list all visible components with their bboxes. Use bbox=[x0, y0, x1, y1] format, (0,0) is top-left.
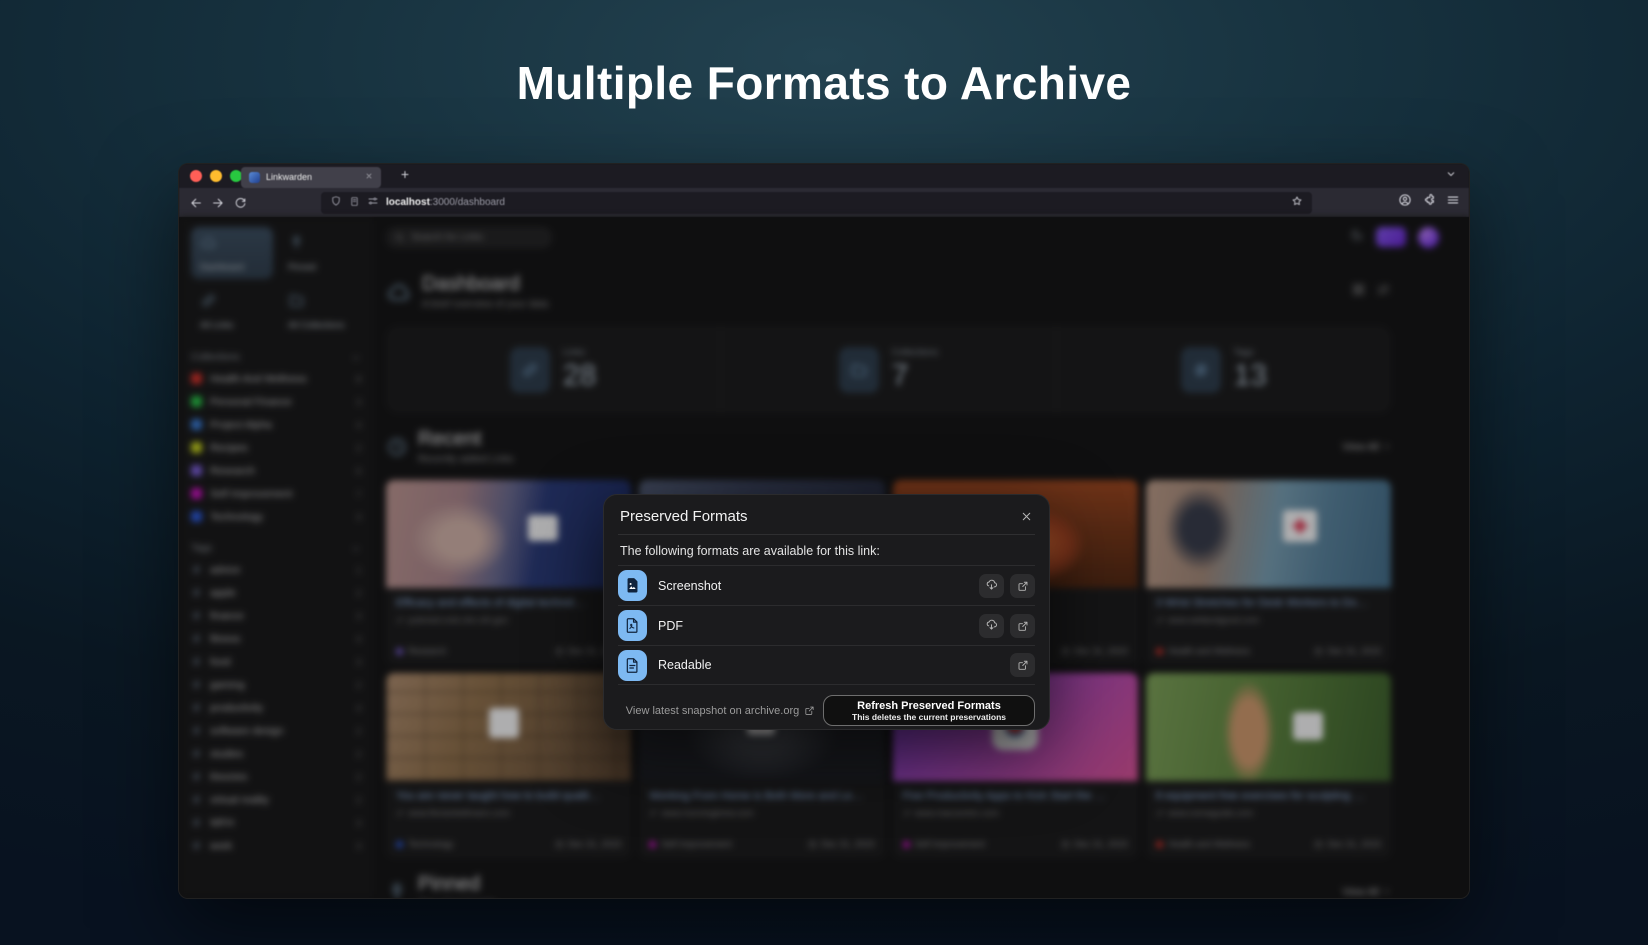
external-link-icon bbox=[804, 705, 815, 716]
cloud-download-icon bbox=[985, 579, 998, 592]
refresh-button-label: Refresh Preserved Formats bbox=[857, 700, 1001, 712]
traffic-lights bbox=[190, 170, 242, 182]
format-label: Readable bbox=[658, 658, 712, 672]
close-window-button[interactable] bbox=[190, 170, 202, 182]
new-tab-button[interactable]: + bbox=[395, 166, 415, 182]
format-file-icon bbox=[618, 610, 647, 641]
tab-close-icon[interactable] bbox=[365, 172, 373, 182]
promo-background: Multiple Formats to Archive Linkwarden + bbox=[0, 0, 1648, 945]
format-label: Screenshot bbox=[658, 579, 721, 593]
tracking-shield-icon[interactable] bbox=[330, 195, 342, 210]
url-host: localhost bbox=[386, 197, 430, 208]
refresh-button-sublabel: This deletes the current preservations bbox=[852, 712, 1006, 722]
url-text: localhost:3000/dashboard bbox=[386, 197, 505, 208]
bookmark-star-icon[interactable] bbox=[1291, 195, 1303, 210]
browser-tab[interactable]: Linkwarden bbox=[241, 167, 381, 188]
archive-link-label: View latest snapshot on archive.org bbox=[626, 705, 799, 717]
browser-chrome: Linkwarden + localhost:3000/dashboard bbox=[179, 164, 1469, 217]
cloud-download-icon bbox=[985, 619, 998, 632]
format-file-icon bbox=[618, 570, 647, 601]
minimize-window-button[interactable] bbox=[210, 170, 222, 182]
refresh-preserved-formats-button[interactable]: Refresh Preserved Formats This deletes t… bbox=[823, 695, 1035, 726]
page-info-icon[interactable] bbox=[349, 196, 360, 210]
formats-list: Screenshot PDF Readable bbox=[618, 565, 1035, 685]
external-link-icon bbox=[1017, 659, 1029, 671]
modal-title: Preserved Formats bbox=[620, 508, 748, 525]
tab-title: Linkwarden bbox=[266, 172, 312, 182]
tab-bar: Linkwarden + bbox=[179, 164, 1469, 188]
open-format-button[interactable] bbox=[1010, 574, 1035, 598]
linkwarden-favicon bbox=[249, 172, 260, 183]
permissions-icon[interactable] bbox=[367, 195, 379, 210]
tab-list-chevron-icon[interactable] bbox=[1445, 167, 1457, 185]
open-format-button[interactable] bbox=[1010, 614, 1035, 638]
archive-org-link[interactable]: View latest snapshot on archive.org bbox=[618, 705, 823, 717]
download-format-button[interactable] bbox=[979, 614, 1004, 638]
external-link-icon bbox=[1017, 620, 1029, 632]
toolbar-right bbox=[1398, 193, 1460, 212]
page-title: Multiple Formats to Archive bbox=[0, 56, 1648, 110]
forward-icon[interactable] bbox=[207, 196, 229, 210]
open-format-button[interactable] bbox=[1010, 653, 1035, 677]
external-link-icon bbox=[1017, 580, 1029, 592]
format-label: PDF bbox=[658, 619, 683, 633]
modal-description: The following formats are available for … bbox=[620, 544, 1033, 558]
preserved-formats-modal: Preserved Formats The following formats … bbox=[603, 494, 1050, 730]
url-path: :3000/dashboard bbox=[430, 197, 505, 208]
format-file-icon bbox=[618, 650, 647, 681]
download-format-button[interactable] bbox=[979, 574, 1004, 598]
menu-icon[interactable] bbox=[1446, 193, 1460, 212]
extensions-icon[interactable] bbox=[1422, 193, 1436, 212]
reload-icon[interactable] bbox=[229, 196, 251, 209]
back-icon[interactable] bbox=[185, 196, 207, 210]
modal-footer: View latest snapshot on archive.org Refr… bbox=[618, 695, 1035, 726]
format-row: PDF bbox=[618, 605, 1035, 645]
url-bar[interactable]: localhost:3000/dashboard bbox=[321, 192, 1312, 214]
browser-window: Linkwarden + localhost:3000/dashboard bbox=[178, 163, 1470, 899]
close-icon[interactable] bbox=[1020, 510, 1033, 523]
format-row: Screenshot bbox=[618, 565, 1035, 605]
format-row: Readable bbox=[618, 645, 1035, 685]
account-icon[interactable] bbox=[1398, 193, 1412, 212]
browser-toolbar: localhost:3000/dashboard bbox=[179, 188, 1469, 217]
